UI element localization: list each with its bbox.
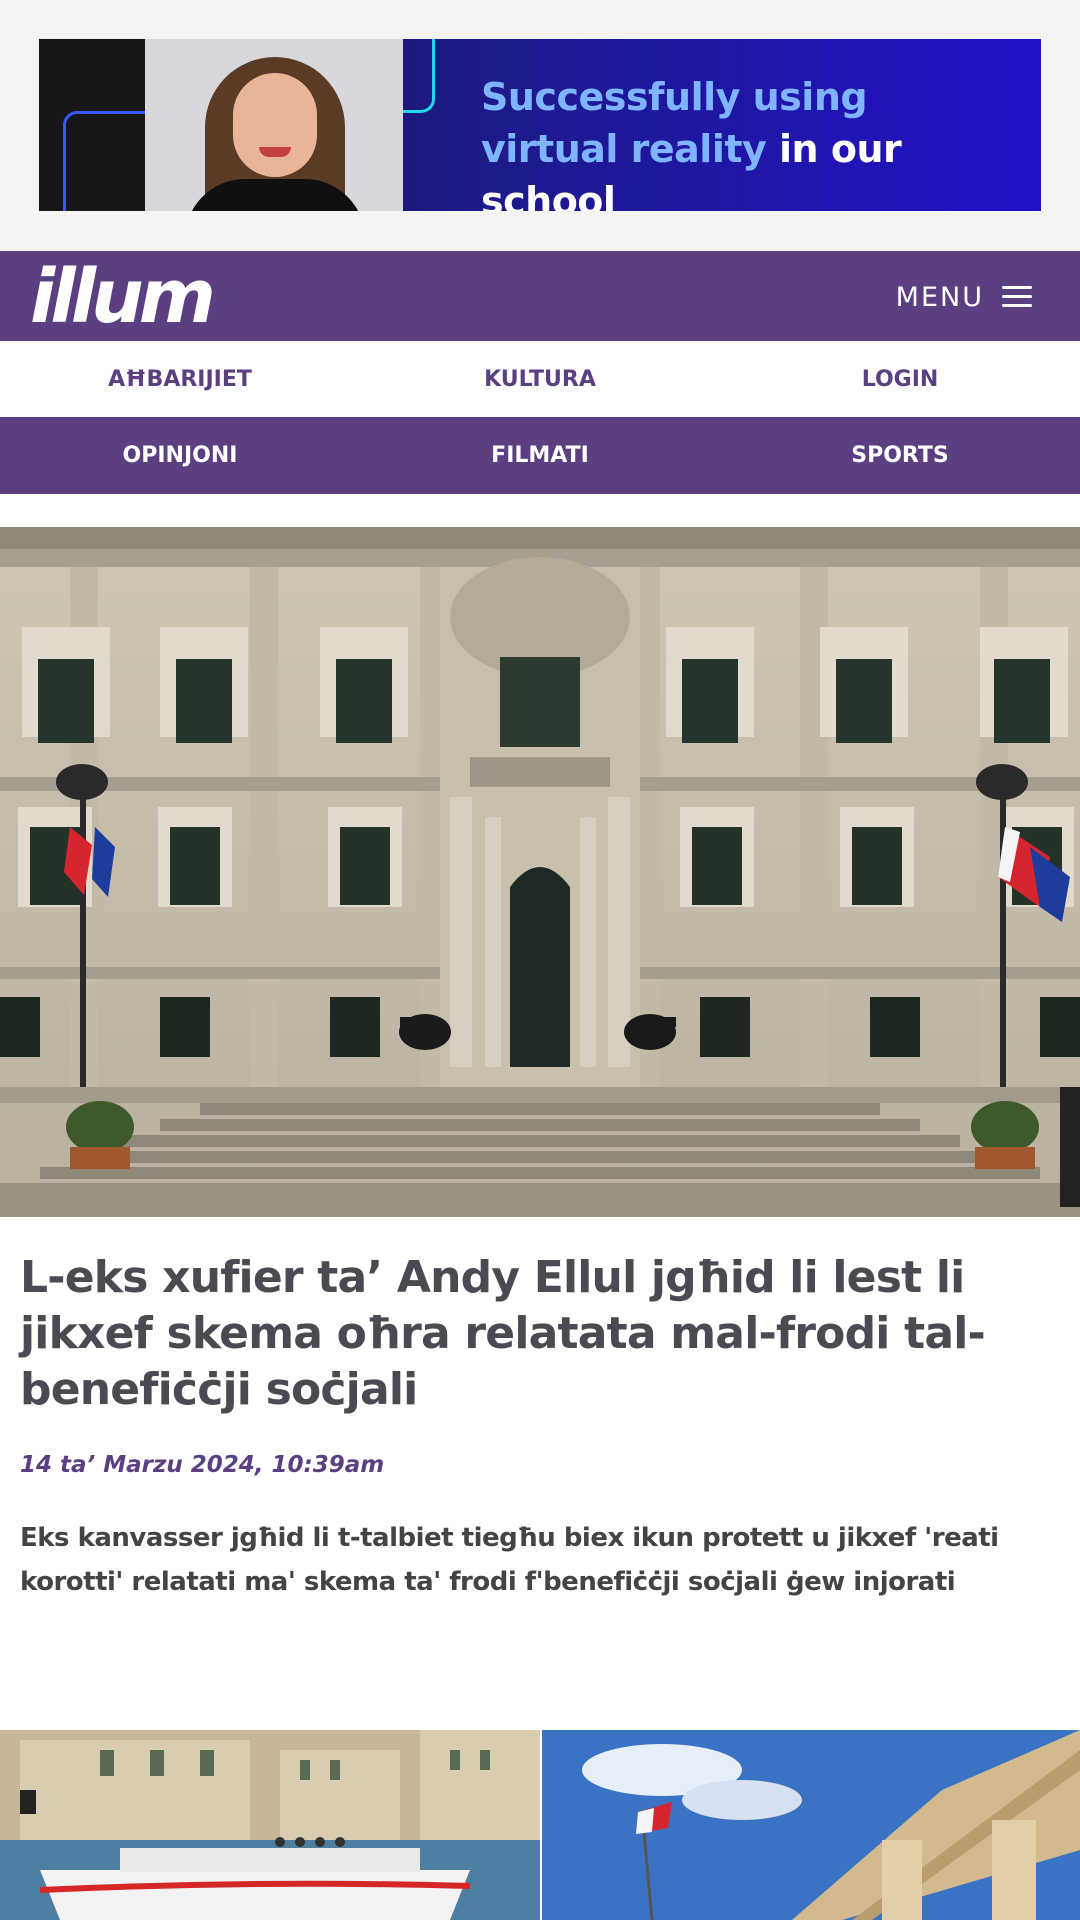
related-article-thumbnail-1[interactable] — [0, 1730, 540, 1920]
nav-sports[interactable]: SPORTS — [720, 417, 1080, 494]
article-hero-image[interactable] — [0, 527, 1080, 1217]
article-date: 14 ta’ Marzu 2024, 10:39am — [20, 1452, 385, 1478]
site-logo[interactable]: illum — [30, 257, 216, 337]
building-illustration — [0, 527, 1080, 1217]
ad-headline-line2-highlight: virtual reality — [481, 127, 767, 171]
ad-decor-line — [403, 39, 435, 113]
nav-row-primary: AĦBARIJIET KULTURA LOGIN — [0, 341, 1080, 417]
ad-area: Successfully using virtual reality in ou… — [0, 0, 1080, 251]
nav-ahbarijiet[interactable]: AĦBARIJIET — [0, 341, 360, 417]
nav-login[interactable]: LOGIN — [720, 341, 1080, 417]
nav-opinjoni[interactable]: OPINJONI — [0, 417, 360, 494]
nav-filmati[interactable]: FILMATI — [360, 417, 720, 494]
related-article-thumbnail-2[interactable] — [542, 1730, 1080, 1920]
nav-kultura[interactable]: KULTURA — [360, 341, 720, 417]
ad-decor — [39, 39, 159, 211]
article-headline[interactable]: L-eks xufier ta’ Andy Ellul jgħid li les… — [20, 1250, 1060, 1418]
ad-banner[interactable]: Successfully using virtual reality in ou… — [39, 39, 1041, 211]
menu-label: MENU — [895, 281, 984, 313]
article-summary: Eks kanvasser jgħid li t-talbiet tiegħu … — [20, 1523, 999, 1597]
menu-button[interactable]: MENU — [896, 277, 1032, 317]
ad-headline-line1: Successfully using — [481, 75, 868, 119]
nav-row-secondary: OPINJONI FILMATI SPORTS — [0, 417, 1080, 494]
harbour-ferry-illustration — [0, 1730, 540, 1920]
ad-photo — [145, 39, 403, 211]
site-header: illum MENU — [0, 251, 1080, 341]
courthouse-columns-illustration — [542, 1730, 1080, 1920]
hamburger-icon — [1002, 286, 1032, 308]
ad-headline: Successfully using virtual reality in ou… — [481, 71, 1021, 211]
